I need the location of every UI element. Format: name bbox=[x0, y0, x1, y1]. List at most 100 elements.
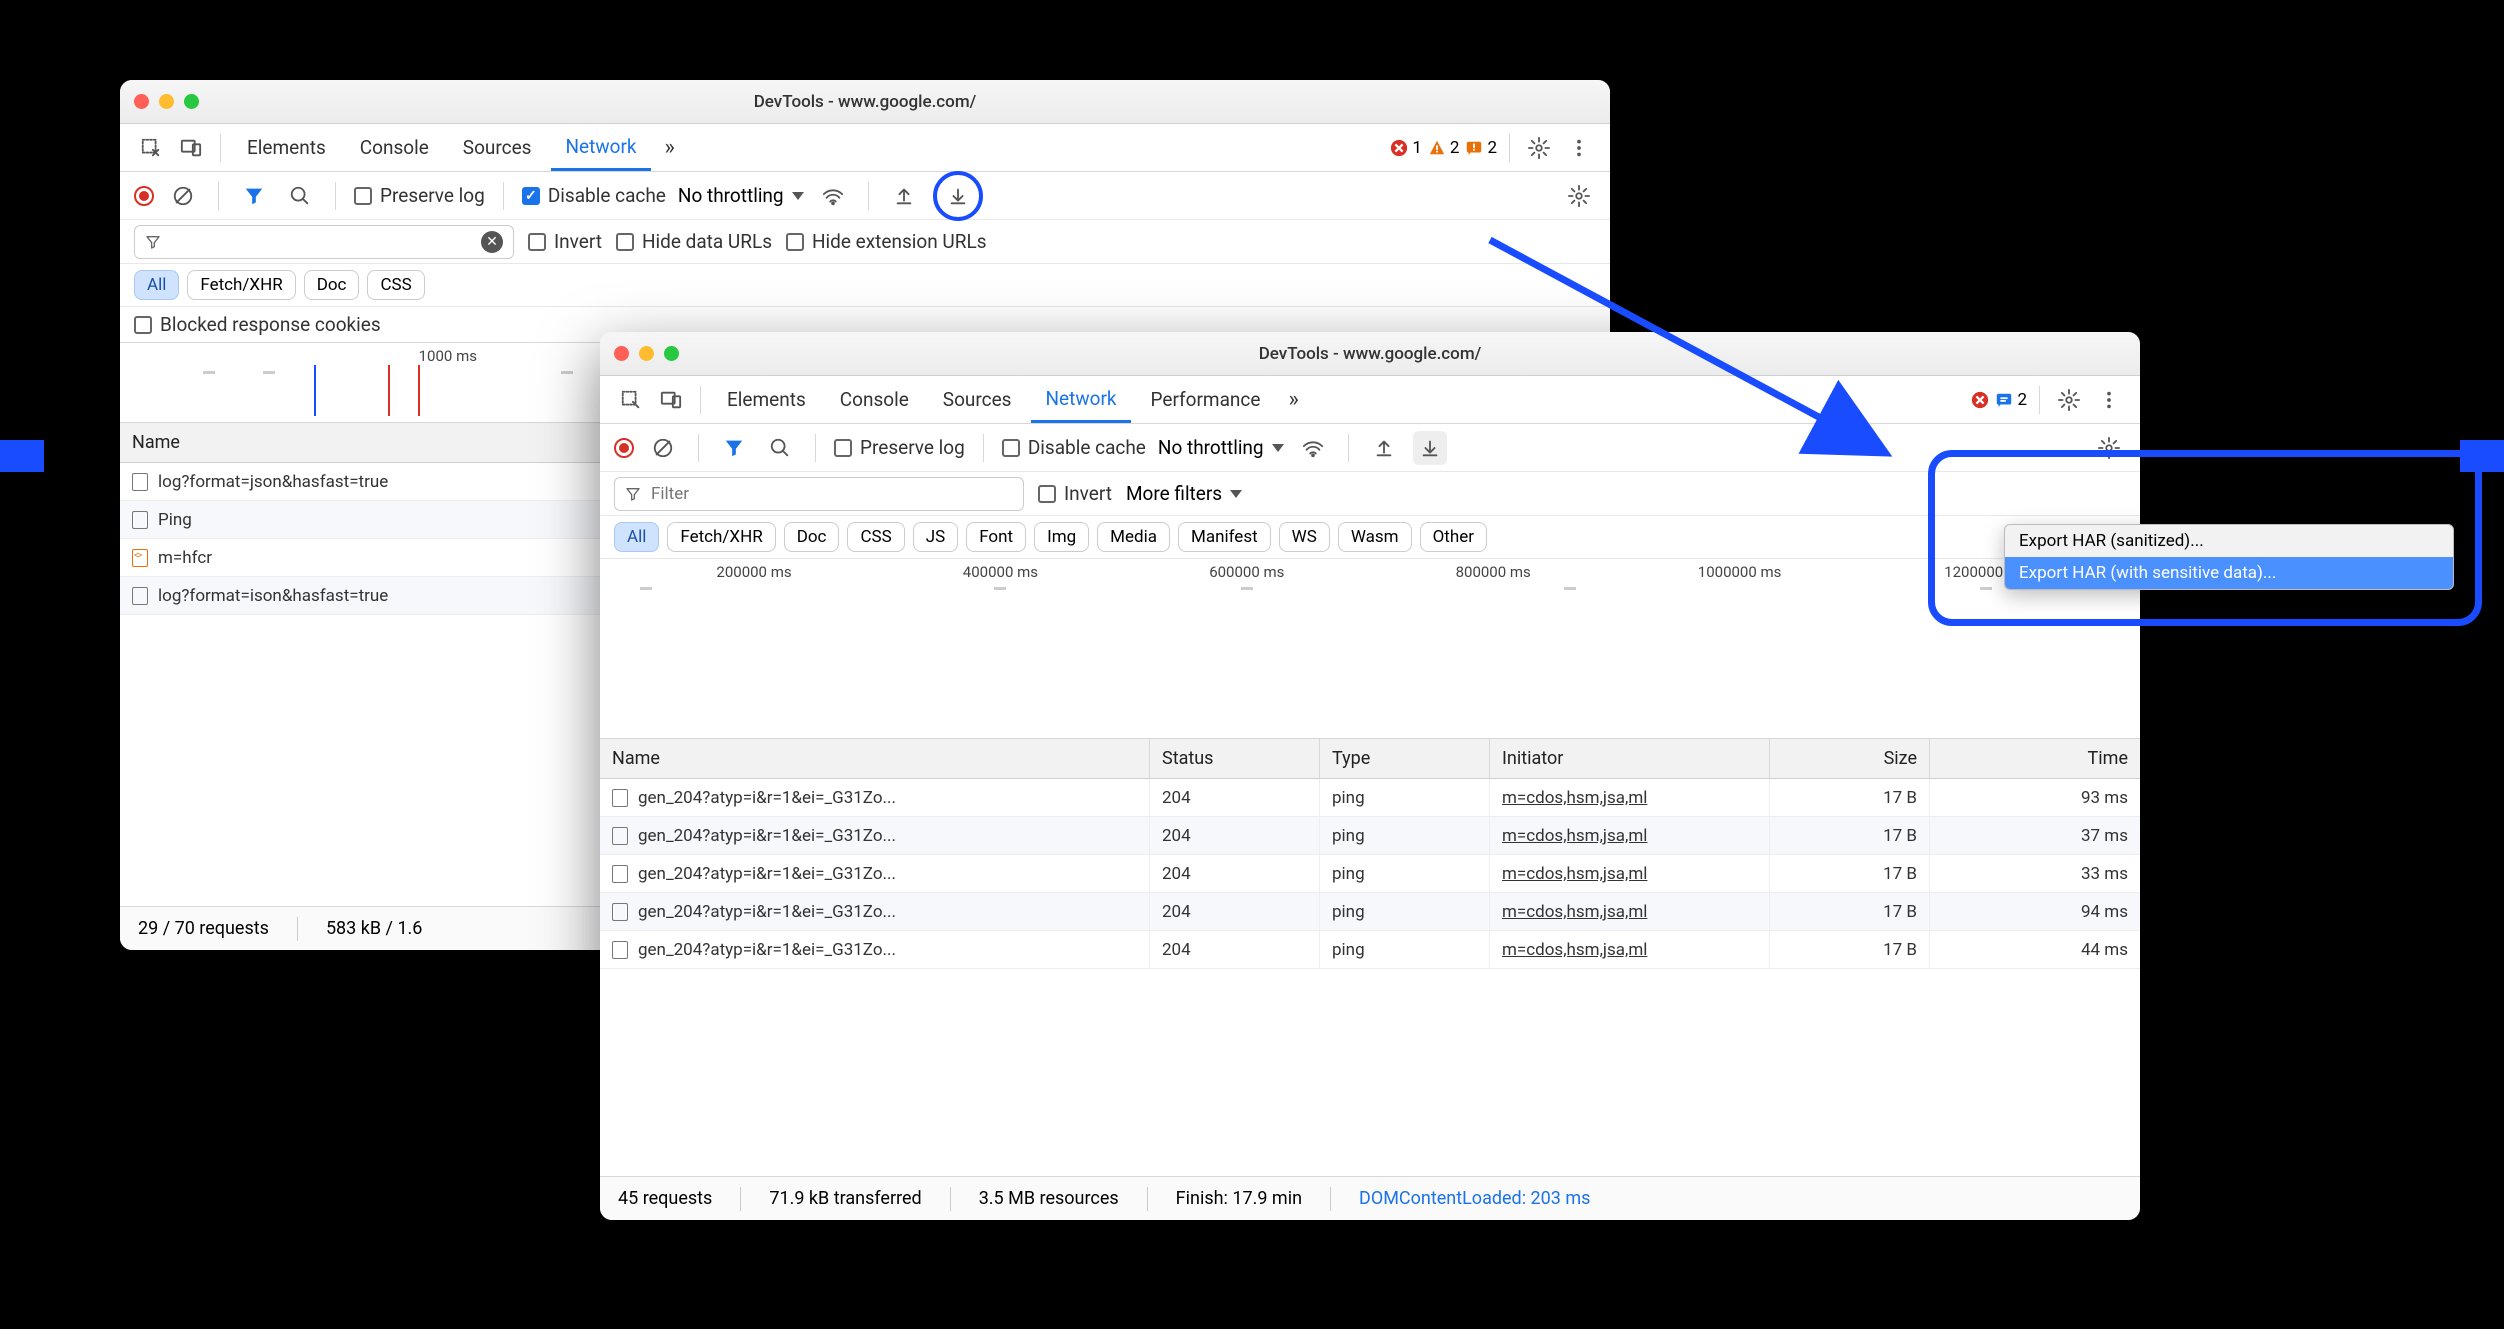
clear-filter-icon[interactable]: ✕ bbox=[481, 231, 503, 253]
col-size[interactable]: Size bbox=[1770, 739, 1930, 778]
chip-fetch[interactable]: Fetch/XHR bbox=[667, 522, 775, 552]
preserve-log-checkbox[interactable]: Preserve log bbox=[834, 436, 965, 459]
chip-other[interactable]: Other bbox=[1420, 522, 1487, 552]
warning-badge[interactable]: 2 bbox=[1428, 138, 1460, 158]
table-row[interactable]: gen_204?atyp=i&r=1&ei=_G31Zo... 204 ping… bbox=[600, 893, 2140, 931]
filter-icon[interactable] bbox=[717, 431, 751, 465]
col-status[interactable]: Status bbox=[1150, 739, 1320, 778]
tab-network[interactable]: Network bbox=[551, 124, 650, 171]
kebab-icon[interactable] bbox=[2092, 383, 2126, 417]
table-body[interactable]: gen_204?atyp=i&r=1&ei=_G31Zo... 204 ping… bbox=[600, 779, 2140, 969]
minimize-button[interactable] bbox=[639, 346, 654, 361]
tab-sources[interactable]: Sources bbox=[929, 376, 1026, 423]
kebab-icon[interactable] bbox=[1562, 131, 1596, 165]
table-row[interactable]: gen_204?atyp=i&r=1&ei=_G31Zo... 204 ping… bbox=[600, 931, 2140, 969]
timeline[interactable]: 200000 ms 400000 ms 600000 ms 800000 ms … bbox=[600, 559, 2140, 739]
chip-img[interactable]: Img bbox=[1034, 522, 1089, 552]
table-row[interactable]: gen_204?atyp=i&r=1&ei=_G31Zo... 204 ping… bbox=[600, 855, 2140, 893]
search-icon[interactable] bbox=[763, 431, 797, 465]
export-har-sensitive[interactable]: Export HAR (with sensitive data)... bbox=[2005, 557, 2453, 589]
col-initiator[interactable]: Initiator bbox=[1490, 739, 1770, 778]
more-tabs-icon[interactable]: » bbox=[657, 135, 683, 160]
invert-checkbox[interactable]: Invert bbox=[1038, 482, 1112, 505]
error-badge[interactable] bbox=[1971, 391, 1989, 409]
download-har-button[interactable] bbox=[1413, 431, 1447, 465]
invert-checkbox[interactable]: Invert bbox=[528, 230, 602, 253]
hide-data-urls-checkbox[interactable]: Hide data URLs bbox=[616, 230, 772, 253]
chip-js[interactable]: JS bbox=[913, 522, 958, 552]
disable-cache-checkbox[interactable]: Disable cache bbox=[522, 184, 666, 207]
chip-font[interactable]: Font bbox=[966, 522, 1026, 552]
preserve-log-checkbox[interactable]: Preserve log bbox=[354, 184, 485, 207]
table-row[interactable]: gen_204?atyp=i&r=1&ei=_G31Zo... 204 ping… bbox=[600, 779, 2140, 817]
initiator-link[interactable]: m=cdos,hsm,jsa,ml bbox=[1502, 864, 1647, 884]
col-name[interactable]: Name bbox=[600, 739, 1150, 778]
device-toggle-icon[interactable] bbox=[174, 131, 208, 165]
inspect-icon[interactable] bbox=[134, 131, 168, 165]
record-button[interactable] bbox=[614, 438, 634, 458]
chip-all[interactable]: All bbox=[614, 522, 659, 552]
filter-bar: Invert More filters bbox=[600, 472, 2140, 516]
error-badge[interactable]: 1 bbox=[1390, 138, 1422, 158]
throttling-select[interactable]: No throttling bbox=[678, 184, 804, 207]
chip-all[interactable]: All bbox=[134, 270, 179, 300]
settings-icon[interactable] bbox=[1562, 179, 1596, 213]
filter-input[interactable]: ✕ bbox=[134, 225, 514, 259]
disable-cache-checkbox[interactable]: Disable cache bbox=[1002, 436, 1146, 459]
initiator-link[interactable]: m=cdos,hsm,jsa,ml bbox=[1502, 788, 1647, 808]
tab-elements[interactable]: Elements bbox=[233, 124, 340, 171]
search-icon[interactable] bbox=[283, 179, 317, 213]
chip-ws[interactable]: WS bbox=[1279, 522, 1330, 552]
export-har-sanitized[interactable]: Export HAR (sanitized)... bbox=[2005, 525, 2453, 557]
minimize-button[interactable] bbox=[159, 94, 174, 109]
issue-badge[interactable]: 2 bbox=[1465, 138, 1497, 158]
issue-badge[interactable]: 2 bbox=[1995, 390, 2027, 410]
chip-media[interactable]: Media bbox=[1097, 522, 1170, 552]
titlebar[interactable]: DevTools - www.google.com/ bbox=[120, 80, 1610, 124]
settings-icon[interactable] bbox=[2052, 383, 2086, 417]
hide-extension-urls-checkbox[interactable]: Hide extension URLs bbox=[786, 230, 987, 253]
more-tabs-icon[interactable]: » bbox=[1280, 387, 1306, 412]
settings-icon[interactable] bbox=[2092, 431, 2126, 465]
more-filters[interactable]: More filters bbox=[1126, 482, 1242, 505]
chip-doc[interactable]: Doc bbox=[784, 522, 840, 552]
maximize-button[interactable] bbox=[184, 94, 199, 109]
network-conditions-icon[interactable] bbox=[1296, 431, 1330, 465]
device-toggle-icon[interactable] bbox=[654, 383, 688, 417]
inspect-icon[interactable] bbox=[614, 383, 648, 417]
tab-sources[interactable]: Sources bbox=[449, 124, 546, 171]
network-conditions-icon[interactable] bbox=[816, 179, 850, 213]
clear-icon[interactable] bbox=[646, 431, 680, 465]
initiator-link[interactable]: m=cdos,hsm,jsa,ml bbox=[1502, 940, 1647, 960]
throttling-select[interactable]: No throttling bbox=[1158, 436, 1284, 459]
filter-input[interactable] bbox=[614, 477, 1024, 511]
close-button[interactable] bbox=[134, 94, 149, 109]
col-time[interactable]: Time bbox=[1930, 739, 2140, 778]
tab-performance[interactable]: Performance bbox=[1137, 376, 1275, 423]
upload-icon[interactable] bbox=[1367, 431, 1401, 465]
settings-icon[interactable] bbox=[1522, 131, 1556, 165]
tab-network[interactable]: Network bbox=[1031, 376, 1130, 423]
titlebar[interactable]: DevTools - www.google.com/ bbox=[600, 332, 2140, 376]
initiator-link[interactable]: m=cdos,hsm,jsa,ml bbox=[1502, 902, 1647, 922]
upload-icon[interactable] bbox=[887, 179, 921, 213]
tab-console[interactable]: Console bbox=[346, 124, 443, 171]
clear-icon[interactable] bbox=[166, 179, 200, 213]
chip-doc[interactable]: Doc bbox=[304, 270, 360, 300]
chip-wasm[interactable]: Wasm bbox=[1338, 522, 1412, 552]
initiator-link[interactable]: m=cdos,hsm,jsa,ml bbox=[1502, 826, 1647, 846]
tab-elements[interactable]: Elements bbox=[713, 376, 820, 423]
download-har-highlighted[interactable] bbox=[933, 171, 983, 221]
table-row[interactable]: gen_204?atyp=i&r=1&ei=_G31Zo... 204 ping… bbox=[600, 817, 2140, 855]
tab-console[interactable]: Console bbox=[826, 376, 923, 423]
blocked-cookies-checkbox[interactable]: Blocked response cookies bbox=[134, 313, 381, 336]
record-button[interactable] bbox=[134, 186, 154, 206]
chip-fetch[interactable]: Fetch/XHR bbox=[187, 270, 295, 300]
close-button[interactable] bbox=[614, 346, 629, 361]
filter-icon[interactable] bbox=[237, 179, 271, 213]
chip-manifest[interactable]: Manifest bbox=[1178, 522, 1271, 552]
maximize-button[interactable] bbox=[664, 346, 679, 361]
chip-css[interactable]: CSS bbox=[847, 522, 904, 552]
col-type[interactable]: Type bbox=[1320, 739, 1490, 778]
chip-css[interactable]: CSS bbox=[367, 270, 424, 300]
